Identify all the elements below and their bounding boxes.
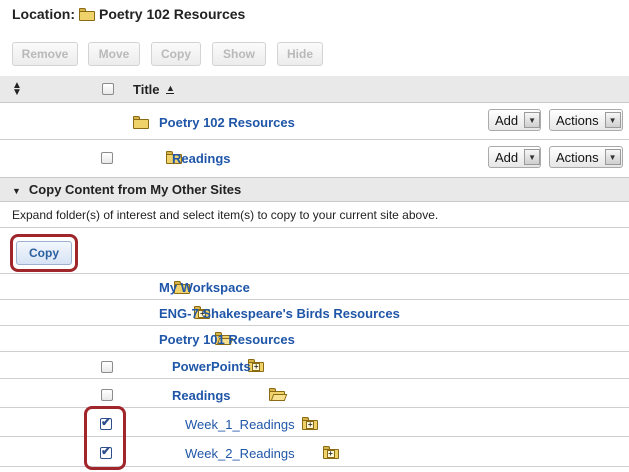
site-link-eng7[interactable]: ENG-7 Shakespeare's Birds Resources bbox=[159, 306, 400, 321]
folder-link-week1[interactable]: Week_1_Readings bbox=[185, 417, 295, 432]
actions-dropdown[interactable]: Actions ▼ bbox=[549, 109, 623, 131]
section-instructions: Expand folder(s) of interest and select … bbox=[12, 208, 439, 222]
remove-button[interactable]: Remove bbox=[12, 42, 78, 66]
highlight-box bbox=[84, 406, 126, 470]
site-link-my-workspace[interactable]: My Workspace bbox=[159, 280, 250, 295]
add-label: Add bbox=[495, 112, 519, 128]
row-divider bbox=[0, 299, 629, 300]
dropdown-arrow-icon: ▼ bbox=[524, 112, 540, 128]
dropdown-arrow-icon: ▼ bbox=[524, 149, 540, 165]
add-label: Add bbox=[495, 149, 519, 165]
copy-toolbar-button[interactable]: Copy bbox=[151, 42, 201, 66]
row-divider bbox=[0, 273, 629, 274]
folder-icon bbox=[79, 7, 95, 21]
expand-folder-icon[interactable]: + bbox=[302, 417, 319, 430]
hide-button[interactable]: Hide bbox=[277, 42, 323, 66]
sort-ascending-icon[interactable]: ▲ bbox=[166, 83, 175, 93]
select-all-checkbox[interactable] bbox=[102, 83, 114, 95]
location-label: Location: bbox=[12, 6, 75, 22]
location-folder-name: Poetry 102 Resources bbox=[99, 6, 246, 22]
row-divider bbox=[0, 227, 629, 228]
table-header bbox=[0, 76, 629, 103]
add-dropdown[interactable]: Add ▼ bbox=[488, 146, 541, 168]
title-column-header[interactable]: Title bbox=[133, 82, 160, 97]
row-divider bbox=[0, 378, 629, 379]
actions-dropdown[interactable]: Actions ▼ bbox=[549, 146, 623, 168]
copy-button[interactable]: Copy bbox=[16, 241, 72, 265]
show-button[interactable]: Show bbox=[212, 42, 266, 66]
row-divider bbox=[0, 139, 629, 140]
expand-folder-icon[interactable]: + bbox=[322, 446, 339, 459]
add-dropdown[interactable]: Add ▼ bbox=[488, 109, 541, 131]
sort-underline bbox=[166, 93, 174, 94]
open-folder-icon[interactable] bbox=[268, 388, 287, 401]
sort-icon[interactable]: ▲ ▼ bbox=[12, 81, 22, 98]
row-checkbox[interactable] bbox=[101, 152, 113, 164]
site-link-poetry-101[interactable]: Poetry 101 Resources bbox=[159, 332, 295, 347]
section-title-text: Copy Content from My Other Sites bbox=[28, 182, 242, 197]
folder-link-poetry-102[interactable]: Poetry 102 Resources bbox=[159, 115, 295, 130]
folder-link-week2[interactable]: Week_2_Readings bbox=[185, 446, 295, 461]
row-divider bbox=[0, 325, 629, 326]
folder-link-readings-other[interactable]: Readings bbox=[172, 388, 231, 403]
row-divider bbox=[0, 351, 629, 352]
dropdown-arrow-icon: ▼ bbox=[604, 149, 621, 165]
section-title[interactable]: ▼ Copy Content from My Other Sites bbox=[12, 182, 241, 197]
folder-link-powerpoints[interactable]: PowerPoints bbox=[172, 359, 251, 374]
folder-icon bbox=[133, 116, 149, 129]
folder-link-readings[interactable]: Readings bbox=[172, 151, 231, 166]
move-button[interactable]: Move bbox=[88, 42, 140, 66]
actions-label: Actions bbox=[556, 149, 599, 165]
row-checkbox[interactable] bbox=[101, 361, 113, 373]
collapse-triangle-icon: ▼ bbox=[12, 186, 21, 196]
dropdown-arrow-icon: ▼ bbox=[604, 112, 621, 128]
location-breadcrumb: Location: Poetry 102 Resources bbox=[12, 6, 245, 22]
actions-label: Actions bbox=[556, 112, 599, 128]
row-checkbox[interactable] bbox=[101, 389, 113, 401]
